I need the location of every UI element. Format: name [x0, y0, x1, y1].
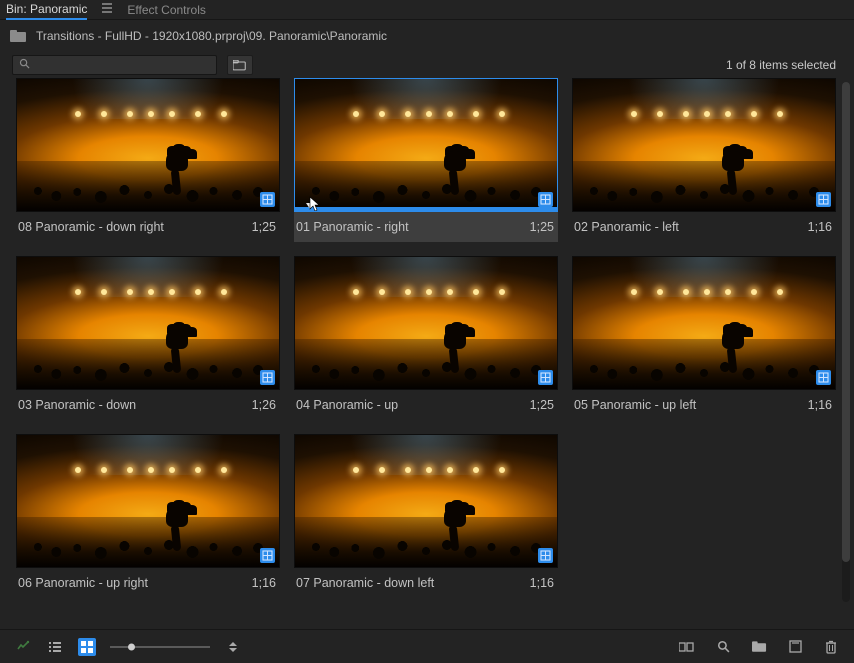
- panel-menu-icon[interactable]: [101, 2, 113, 17]
- clip-card[interactable]: 04 Panoramic - up1;25: [294, 256, 558, 420]
- zoom-slider-thumb[interactable]: [128, 643, 135, 650]
- mouse-cursor-icon: [309, 196, 321, 212]
- search-toolbar: 1 of 8 items selected: [0, 52, 854, 78]
- clip-thumbnail[interactable]: [294, 78, 558, 212]
- clip-thumbnail[interactable]: [16, 256, 280, 390]
- automate-to-sequence-icon[interactable]: [678, 638, 696, 656]
- clip-duration: 1;25: [530, 220, 554, 234]
- clip-duration: 1;26: [252, 398, 276, 412]
- tab-label: Effect Controls: [127, 3, 205, 17]
- clip-name[interactable]: 03 Panoramic - down: [18, 398, 252, 412]
- clip-name[interactable]: 01 Panoramic - right: [296, 220, 530, 234]
- tab-bin-panoramic[interactable]: Bin: Panoramic: [6, 1, 87, 20]
- vertical-scrollbar[interactable]: [842, 82, 850, 602]
- clip-card[interactable]: 08 Panoramic - down right1;25: [16, 78, 280, 242]
- clip-thumbnail[interactable]: [294, 256, 558, 390]
- tab-label: Bin: Panoramic: [6, 2, 87, 16]
- clip-card[interactable]: 02 Panoramic - left1;16: [572, 78, 836, 242]
- panel-tab-bar: Bin: Panoramic Effect Controls: [0, 0, 854, 20]
- clip-thumbnail[interactable]: [16, 434, 280, 568]
- clip-name[interactable]: 06 Panoramic - up right: [18, 576, 252, 590]
- clip-name[interactable]: 05 Panoramic - up left: [574, 398, 808, 412]
- search-icon: [19, 58, 30, 72]
- adjustment-layer-badge-icon: [260, 192, 275, 207]
- new-bin-button[interactable]: [227, 55, 253, 75]
- adjustment-layer-badge-icon: [816, 192, 831, 207]
- breadcrumb[interactable]: Transitions - FullHD - 1920x1080.prproj\…: [36, 29, 387, 43]
- clip-label-row: 07 Panoramic - down left1;16: [294, 568, 558, 598]
- clip-grid: 08 Panoramic - down right1;2501 Panorami…: [16, 78, 836, 621]
- clip-duration: 1;25: [530, 398, 554, 412]
- clip-thumbnail[interactable]: [294, 434, 558, 568]
- trash-icon[interactable]: [822, 638, 840, 656]
- clip-name[interactable]: 07 Panoramic - down left: [296, 576, 530, 590]
- clip-thumbnail[interactable]: [572, 256, 836, 390]
- adjustment-layer-badge-icon: [260, 370, 275, 385]
- clip-name[interactable]: 04 Panoramic - up: [296, 398, 530, 412]
- clip-name[interactable]: 08 Panoramic - down right: [18, 220, 252, 234]
- clip-card[interactable]: 06 Panoramic - up right1;16: [16, 434, 280, 598]
- list-view-icon[interactable]: [46, 638, 64, 656]
- clip-label-row: 04 Panoramic - up1;25: [294, 390, 558, 420]
- clip-card[interactable]: 05 Panoramic - up left1;16: [572, 256, 836, 420]
- sort-icon[interactable]: [224, 638, 242, 656]
- clip-card[interactable]: 03 Panoramic - down1;26: [16, 256, 280, 420]
- clip-label-row: 01 Panoramic - right1;25: [294, 212, 558, 242]
- new-item-icon[interactable]: [786, 638, 804, 656]
- clip-thumbnail[interactable]: [16, 78, 280, 212]
- clip-label-row: 05 Panoramic - up left1;16: [572, 390, 836, 420]
- clip-duration: 1;16: [252, 576, 276, 590]
- clip-duration: 1;16: [808, 220, 832, 234]
- clip-duration: 1;25: [252, 220, 276, 234]
- panel-footer: [0, 629, 854, 663]
- search-input[interactable]: [36, 58, 210, 72]
- write-status-icon[interactable]: [14, 638, 32, 656]
- selection-count: 1 of 8 items selected: [726, 58, 842, 72]
- project-path-bar: Transitions - FullHD - 1920x1080.prproj\…: [0, 20, 854, 52]
- adjustment-layer-badge-icon: [538, 370, 553, 385]
- clip-thumbnail[interactable]: [572, 78, 836, 212]
- adjustment-layer-badge-icon: [538, 192, 553, 207]
- scrub-bar[interactable]: [295, 207, 557, 211]
- adjustment-layer-badge-icon: [260, 548, 275, 563]
- clip-label-row: 02 Panoramic - left1;16: [572, 212, 836, 242]
- scrollbar-thumb[interactable]: [842, 82, 850, 562]
- clip-card[interactable]: 01 Panoramic - right1;25: [294, 78, 558, 242]
- find-icon[interactable]: [714, 638, 732, 656]
- tab-effect-controls[interactable]: Effect Controls: [127, 0, 205, 19]
- icon-view-icon[interactable]: [78, 638, 96, 656]
- clip-duration: 1;16: [530, 576, 554, 590]
- clip-label-row: 06 Panoramic - up right1;16: [16, 568, 280, 598]
- search-box[interactable]: [12, 55, 217, 75]
- clip-card[interactable]: 07 Panoramic - down left1;16: [294, 434, 558, 598]
- clip-label-row: 08 Panoramic - down right1;25: [16, 212, 280, 242]
- adjustment-layer-badge-icon: [538, 548, 553, 563]
- clip-label-row: 03 Panoramic - down1;26: [16, 390, 280, 420]
- new-bin-icon[interactable]: [750, 638, 768, 656]
- adjustment-layer-badge-icon: [816, 370, 831, 385]
- bin-icon[interactable]: [10, 30, 26, 42]
- zoom-slider[interactable]: [110, 646, 210, 648]
- clip-name[interactable]: 02 Panoramic - left: [574, 220, 808, 234]
- clip-duration: 1;16: [808, 398, 832, 412]
